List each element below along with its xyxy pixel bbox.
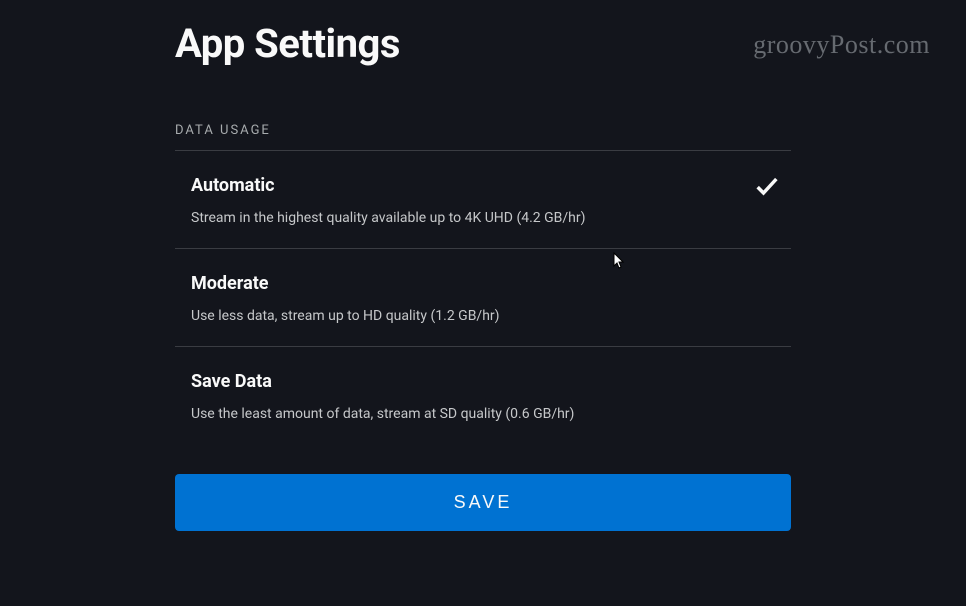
option-save-data[interactable]: Save Data Use the least amount of data, … [175,347,791,444]
save-button[interactable]: SAVE [175,474,791,531]
option-title: Automatic [191,175,753,196]
cursor-pointer-icon [608,251,626,273]
option-description: Use less data, stream up to HD quality (… [191,308,791,324]
option-description: Stream in the highest quality available … [191,210,753,226]
option-description: Use the least amount of data, stream at … [191,406,791,422]
option-title: Save Data [191,371,791,392]
option-automatic[interactable]: Automatic Stream in the highest quality … [175,151,791,249]
watermark-text: groovyPost.com [753,30,930,60]
section-header-data-usage: DATA USAGE [175,123,791,151]
page-title: App Settings [175,20,791,67]
option-title: Moderate [191,273,791,294]
option-moderate[interactable]: Moderate Use less data, stream up to HD … [175,249,791,347]
checkmark-icon [753,172,781,200]
